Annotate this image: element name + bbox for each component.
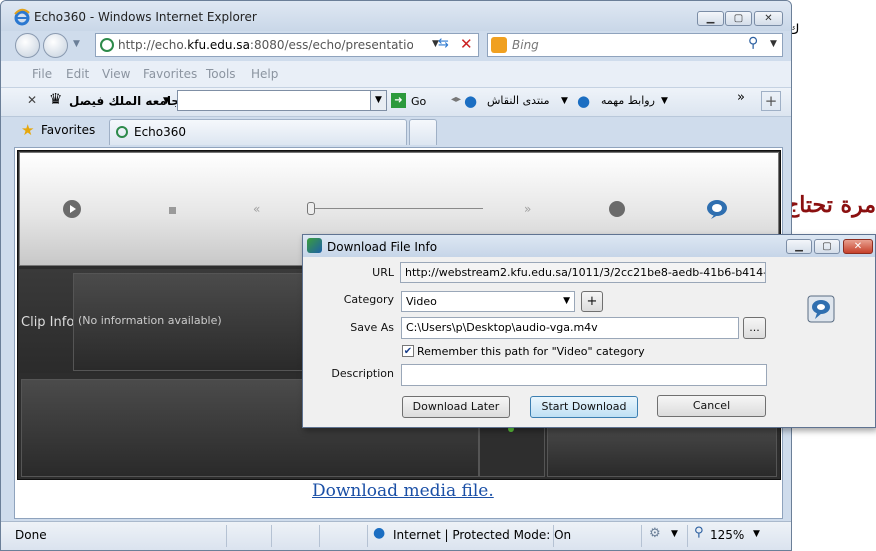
add-category-button[interactable]: + <box>581 291 603 312</box>
category-label: Category <box>343 293 394 306</box>
status-separator-5 <box>553 525 554 547</box>
fast-forward-icon[interactable]: » <box>524 202 531 216</box>
video-panel-middle <box>479 421 545 477</box>
add-toolbar-button[interactable]: + <box>761 91 781 111</box>
menu-help[interactable]: Help <box>251 67 278 81</box>
menu-tools[interactable]: Tools <box>206 67 236 81</box>
search-box[interactable]: Bing ⚲ ▼ <box>487 33 783 57</box>
category-dropdown-icon[interactable]: ▼ <box>563 296 570 306</box>
remember-checkbox[interactable]: ✔ <box>402 345 414 357</box>
download-later-button[interactable]: Download Later <box>402 396 510 418</box>
address-text[interactable]: http://echo.kfu.edu.sa:8080/ess/echo/pre… <box>118 38 413 52</box>
url-label: URL <box>372 266 394 279</box>
refresh-icon[interactable]: ⇆ <box>438 36 449 51</box>
dialog-title: Download File Info <box>327 240 438 254</box>
play-icon[interactable] <box>63 200 81 218</box>
start-download-button[interactable]: Start Download <box>530 396 638 418</box>
crown-icon: ♛ <box>49 90 63 108</box>
forward-button[interactable] <box>43 33 68 58</box>
toolbar-overflow-icon[interactable]: » <box>737 90 745 105</box>
close-button[interactable]: ✕ <box>754 11 783 26</box>
remember-label[interactable]: Remember this path for "Video" category <box>417 345 645 358</box>
status-separator-3 <box>319 525 320 547</box>
toolbar-search-dropdown-icon[interactable]: ▼ <box>370 91 386 110</box>
zoom-dropdown-icon[interactable]: ▼ <box>753 529 760 539</box>
minimize-button[interactable]: ▁ <box>697 11 724 26</box>
important-links-dropdown-icon[interactable]: ▼ <box>661 96 668 106</box>
save-as-label: Save As <box>350 321 394 334</box>
idm-icon <box>307 238 322 253</box>
category-select[interactable]: Video ▼ <box>401 291 575 312</box>
go-button[interactable]: Go <box>411 95 426 108</box>
search-placeholder: Bing <box>512 38 539 52</box>
nav-dropdown-icon[interactable]: ▼ <box>73 39 80 49</box>
window-title: Echo360 - Windows Internet Explorer <box>34 10 257 24</box>
forum-dropdown-icon[interactable]: ▼ <box>561 96 568 106</box>
status-separator-7 <box>687 525 688 547</box>
back-button[interactable] <box>15 33 40 58</box>
favorites-button[interactable]: Favorites <box>41 123 95 137</box>
rewind-icon[interactable]: « <box>253 202 260 216</box>
dialog-maximize-button[interactable]: ▢ <box>814 239 840 254</box>
close-toolbar-icon[interactable]: ✕ <box>27 93 37 107</box>
ie-logo-icon <box>13 8 31 26</box>
search-dropdown-icon[interactable]: ▼ <box>770 39 777 49</box>
forum-link[interactable]: منتدى النقاش <box>487 94 549 107</box>
description-label: Description <box>331 367 394 380</box>
security-icon[interactable]: ⚙ <box>649 526 661 541</box>
status-text: Done <box>15 528 47 542</box>
new-tab-button[interactable] <box>409 119 437 145</box>
menu-view[interactable]: View <box>102 67 130 81</box>
menu-file[interactable]: File <box>32 67 52 81</box>
important-links-link[interactable]: روابط مهمه <box>601 94 655 107</box>
maximize-button[interactable]: ▢ <box>725 11 752 26</box>
tab-echo360[interactable]: Echo360 <box>109 119 407 145</box>
clip-info-panel: (No information available) <box>73 273 313 371</box>
status-separator-6 <box>641 525 642 547</box>
status-separator-4 <box>367 525 368 547</box>
dialog-close-button[interactable]: ✕ <box>843 239 873 254</box>
security-dropdown-icon[interactable]: ▼ <box>671 529 678 539</box>
browse-button[interactable]: ... <box>743 317 766 339</box>
seek-slider-handle[interactable] <box>307 202 315 215</box>
stop-icon[interactable]: ✕ <box>460 35 473 53</box>
save-as-field[interactable]: C:\Users\p\Desktop\audio-vga.m4v <box>401 317 739 339</box>
zoom-icon[interactable]: ⚲ <box>694 525 704 540</box>
globe-icon-2: ● <box>577 92 591 110</box>
volume-icon[interactable] <box>609 201 625 217</box>
cancel-button[interactable]: Cancel <box>657 395 766 417</box>
search-icon[interactable]: ⚲ <box>748 35 758 51</box>
tab-page-icon <box>116 126 128 138</box>
site-dropdown-icon[interactable]: ▼ <box>163 96 170 106</box>
menu-favorites[interactable]: Favorites <box>143 67 197 81</box>
category-value: Video <box>406 295 437 308</box>
grip-icon: ◂▸ <box>451 94 462 105</box>
bing-icon <box>491 37 507 53</box>
description-field[interactable] <box>401 364 767 386</box>
video-panel-right <box>547 421 777 477</box>
go-arrow-icon[interactable]: ➜ <box>391 93 406 108</box>
internet-globe-icon: ● <box>373 525 386 541</box>
favorites-star-icon: ★ <box>21 121 35 139</box>
address-bar[interactable]: http://echo.kfu.edu.sa:8080/ess/echo/pre… <box>95 33 479 57</box>
zone-text[interactable]: Internet | Protected Mode: On <box>393 528 571 542</box>
menu-edit[interactable]: Edit <box>66 67 89 81</box>
status-separator-1 <box>226 525 227 547</box>
clip-info-label: Clip Info: <box>21 315 79 330</box>
seek-slider-track[interactable] <box>311 208 483 209</box>
download-manager-logo-icon <box>806 294 836 324</box>
dialog-minimize-button[interactable]: ▁ <box>786 239 812 254</box>
page-icon <box>100 38 114 52</box>
toolbar-search-input[interactable]: ▼ <box>177 90 387 111</box>
download-media-link[interactable]: Download media file. <box>312 481 494 501</box>
url-field[interactable]: http://webstream2.kfu.edu.sa/1011/3/2cc2… <box>400 262 766 283</box>
echo360-logo-icon <box>705 199 729 219</box>
globe-icon: ● <box>464 92 478 110</box>
status-separator-2 <box>271 525 272 547</box>
background-heading: مرة تحتاج <box>786 192 876 218</box>
zoom-level[interactable]: 125% <box>710 528 744 542</box>
tab-label: Echo360 <box>134 125 187 139</box>
clip-info-value: (No information available) <box>78 314 222 327</box>
stop-icon[interactable] <box>169 207 176 214</box>
